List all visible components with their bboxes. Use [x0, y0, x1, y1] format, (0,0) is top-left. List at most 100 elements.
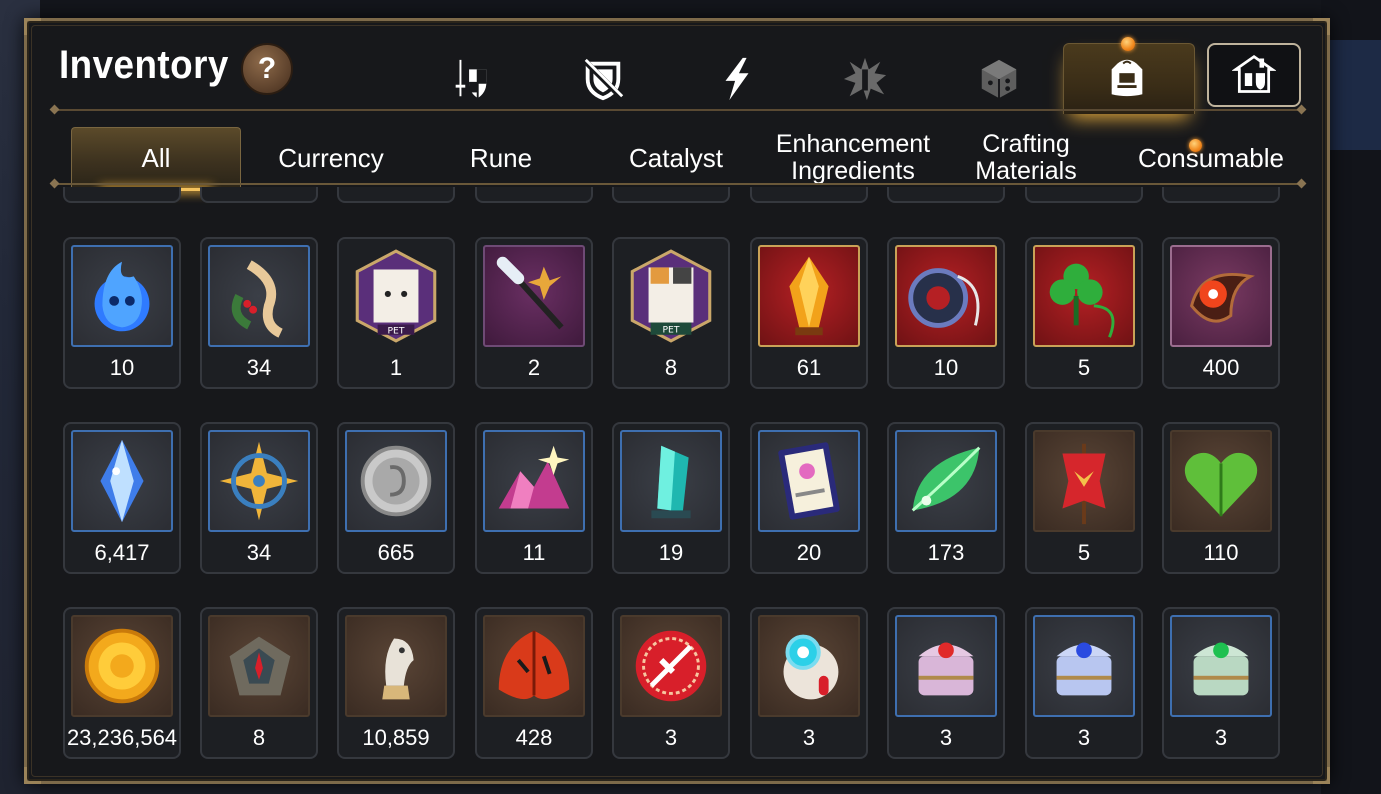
inventory-slot-partial[interactable]: [63, 187, 181, 203]
inventory-slot[interactable]: 6,417: [63, 422, 181, 574]
page-title: Inventory: [59, 43, 229, 87]
tab-currency[interactable]: Currency: [251, 127, 411, 189]
lightning-icon-graphic: [725, 57, 749, 101]
amber-crystal-icon: [758, 245, 860, 347]
inventory-slot[interactable]: 20: [750, 422, 868, 574]
inventory-slot[interactable]: 3: [750, 607, 868, 759]
inventory-slot[interactable]: 10: [63, 237, 181, 389]
broken-shield-icon-graphic: [581, 57, 625, 101]
item-quantity: 428: [515, 725, 553, 750]
background-blue-strip: [1321, 40, 1381, 150]
item-quantity: 1: [389, 355, 403, 380]
tab-label: Rune: [469, 142, 533, 173]
silver-coin-icon: [345, 430, 447, 532]
inventory-slot-partial[interactable]: [475, 187, 593, 203]
inventory-slot[interactable]: 19: [612, 422, 730, 574]
help-button[interactable]: ?: [241, 43, 293, 95]
sword-shield-icon-graphic: [455, 59, 487, 99]
inventory-slot[interactable]: PET 8: [612, 237, 730, 389]
dice-icon[interactable]: [971, 51, 1027, 107]
sword-shield-icon[interactable]: [443, 51, 499, 107]
jewel-box-red-icon: [895, 615, 997, 717]
inventory-slot[interactable]: 110: [1162, 422, 1280, 574]
inventory-slot[interactable]: 5: [1025, 237, 1143, 389]
item-quantity: 20: [796, 540, 822, 565]
spiky-burst-icon[interactable]: [837, 51, 893, 107]
backpack-icon[interactable]: [1099, 49, 1155, 105]
lightning-icon[interactable]: [709, 51, 765, 107]
header-divider: [55, 109, 1301, 111]
inventory-slot[interactable]: 428: [475, 607, 593, 759]
tab-consumable[interactable]: Consumable: [1121, 127, 1301, 189]
tab-enhancement-ingredients[interactable]: Enhancement Ingredients: [763, 127, 943, 189]
dice-icon-graphic: [981, 59, 1017, 99]
inventory-slot[interactable]: 3: [1025, 607, 1143, 759]
frame-corner: [24, 767, 41, 784]
inventory-slot-partial[interactable]: [1025, 187, 1143, 203]
inventory-slot-partial[interactable]: [1162, 187, 1280, 203]
inventory-slot[interactable]: 34: [200, 422, 318, 574]
teal-shard-icon: [620, 430, 722, 532]
jewel-box-green-icon: [1170, 615, 1272, 717]
inventory-slot[interactable]: 665: [337, 422, 455, 574]
item-quantity: 10,859: [362, 725, 430, 750]
inventory-slot[interactable]: 2: [475, 237, 593, 389]
pet-pack-icon: PET: [620, 245, 722, 347]
house-storage-icon: [1232, 54, 1276, 93]
spiky-burst-icon-graphic: [843, 57, 887, 101]
item-quantity: 34: [246, 540, 272, 565]
broken-shield-icon[interactable]: [575, 51, 631, 107]
inventory-slot[interactable]: PET 1: [337, 237, 455, 389]
inventory-slot[interactable]: 3: [887, 607, 1005, 759]
notification-dot: [1189, 139, 1202, 152]
item-quantity: 8: [252, 725, 266, 750]
tab-crafting-materials[interactable]: Crafting Materials: [961, 127, 1091, 189]
ring-pendant-icon: [895, 245, 997, 347]
category-tab-storage[interactable]: [1207, 43, 1301, 107]
item-quantity: 10: [933, 355, 959, 380]
item-quantity: 110: [1203, 540, 1239, 565]
inventory-slot-partial[interactable]: [200, 187, 318, 203]
inventory-slot-partial[interactable]: [612, 187, 730, 203]
green-leaf-icon: [895, 430, 997, 532]
item-quantity: 3: [939, 725, 953, 750]
tab-label: Crafting Materials: [975, 130, 1077, 185]
item-quantity: 11: [522, 540, 546, 565]
divider-ornament: [49, 104, 60, 115]
frame-corner: [1313, 18, 1330, 35]
item-quantity: 173: [927, 540, 965, 565]
tab-all[interactable]: All: [71, 127, 241, 191]
tab-rune[interactable]: Rune: [431, 127, 571, 189]
inventory-slot[interactable]: 173: [887, 422, 1005, 574]
inventory-slot[interactable]: 11: [475, 422, 593, 574]
item-quantity: 19: [658, 540, 684, 565]
clover-pendant-icon: [1033, 245, 1135, 347]
divider-ornament: [1296, 104, 1307, 115]
inventory-slot[interactable]: 34: [200, 237, 318, 389]
inventory-slot[interactable]: 23,236,564: [63, 607, 181, 759]
inventory-slot[interactable]: 400: [1162, 237, 1280, 389]
svg-text:PET: PET: [663, 325, 680, 336]
inventory-slot[interactable]: 3: [612, 607, 730, 759]
filter-tabs: All Currency Rune Catalyst Enhancement I…: [71, 127, 1303, 191]
star-compass-amulet-icon: [208, 430, 310, 532]
inventory-slot[interactable]: 3: [1162, 607, 1280, 759]
item-quantity: 61: [796, 355, 822, 380]
flower-ring-icon: [1170, 245, 1272, 347]
frame-corner: [24, 18, 41, 35]
red-leaf-rune-icon: [483, 615, 585, 717]
inventory-slot-partial[interactable]: [337, 187, 455, 203]
red-seal-badge-icon: [620, 615, 722, 717]
inventory-slot[interactable]: 5: [1025, 422, 1143, 574]
inventory-slot[interactable]: 10,859: [337, 607, 455, 759]
inventory-slot-partial[interactable]: [750, 187, 868, 203]
inventory-slot[interactable]: 61: [750, 237, 868, 389]
tab-catalyst[interactable]: Catalyst: [601, 127, 751, 189]
jewel-box-blue-icon: [1033, 615, 1135, 717]
inventory-slot-partial[interactable]: [887, 187, 1005, 203]
tab-label: Consumable: [1138, 142, 1284, 173]
tab-label: Currency: [278, 142, 384, 173]
inventory-slot[interactable]: 10: [887, 237, 1005, 389]
pet-certificate-icon: [758, 430, 860, 532]
inventory-slot[interactable]: 8: [200, 607, 318, 759]
